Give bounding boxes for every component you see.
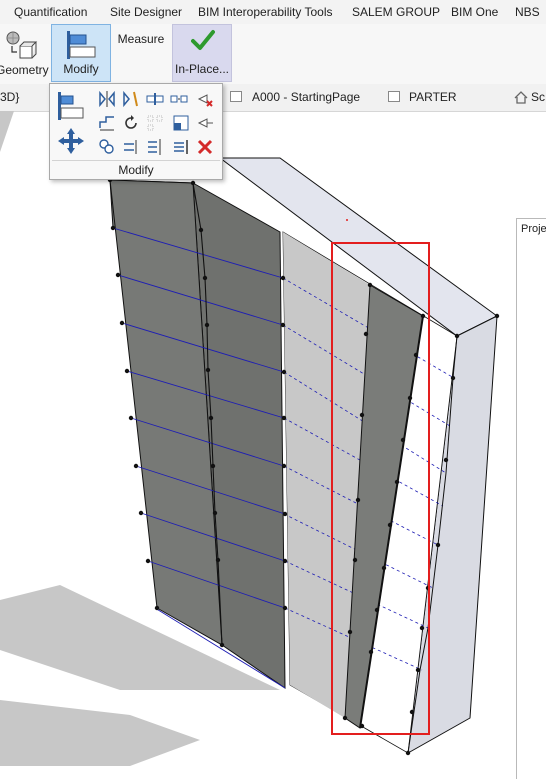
- modify-flyout-panel: Modify: [49, 83, 223, 180]
- 3d-view-canvas[interactable]: [0, 111, 546, 766]
- array-icon[interactable]: [146, 114, 164, 132]
- move-icon[interactable]: [56, 126, 86, 156]
- small-red-marker: [346, 219, 348, 221]
- mirror-draw-axis-icon[interactable]: [122, 90, 140, 108]
- split-with-gap-icon[interactable]: [170, 90, 188, 108]
- tab-site-designer[interactable]: Site Designer: [110, 5, 182, 19]
- plan-view-icon: [388, 91, 400, 102]
- scale-icon[interactable]: [172, 114, 190, 132]
- copy-icon[interactable]: [98, 138, 116, 156]
- in-place-button[interactable]: In-Place...: [172, 24, 232, 82]
- split-element-icon[interactable]: [146, 90, 164, 108]
- curtain-wall-panels: [109, 179, 286, 689]
- rotate-icon[interactable]: [122, 114, 140, 132]
- mirror-pick-axis-icon[interactable]: [98, 90, 116, 108]
- tab-3d-view[interactable]: 3D}: [0, 90, 19, 104]
- sheet-icon: [230, 91, 242, 102]
- tab-bim-interoperability-tools[interactable]: BIM Interoperability Tools: [198, 5, 333, 19]
- modify-pointer-icon: [67, 31, 96, 59]
- tab-nbs[interactable]: NBS: [515, 5, 540, 19]
- project-browser-title: Proje: [521, 223, 546, 235]
- project-browser-panel: Proje: [516, 218, 546, 779]
- geometry-button[interactable]: Geometry: [0, 24, 49, 82]
- measure-button[interactable]: Measure: [112, 24, 170, 82]
- checkmark-icon: [191, 30, 215, 50]
- delete-icon[interactable]: [196, 138, 214, 156]
- home-view-icon: [514, 91, 528, 104]
- geometry-icon: [6, 31, 38, 59]
- tab-starting-page[interactable]: A000 - StartingPage: [252, 90, 360, 104]
- align-icon[interactable]: [56, 90, 86, 122]
- tab-partial[interactable]: Sc: [531, 90, 545, 104]
- pin-icon[interactable]: [196, 114, 214, 132]
- tab-quantification[interactable]: Quantification: [14, 5, 87, 19]
- trim-extend-multiple-icon[interactable]: [146, 138, 164, 156]
- modify-button[interactable]: Modify: [51, 24, 111, 82]
- unpin-icon[interactable]: [196, 90, 214, 108]
- modify-panel-label: Modify: [118, 163, 154, 177]
- trim-extend-corner-icon[interactable]: [172, 138, 190, 156]
- offset-icon[interactable]: [98, 114, 116, 132]
- in-place-label: In-Place...: [174, 62, 230, 76]
- tab-parter[interactable]: PARTER: [409, 90, 457, 104]
- ribbon-panel: Geometry Modify Measure In-Place...: [0, 24, 546, 85]
- trim-extend-single-icon[interactable]: [122, 138, 140, 156]
- ribbon-tab-bar: Quantification Site Designer BIM Interop…: [0, 0, 546, 25]
- modify-label: Modify: [63, 62, 99, 76]
- tab-salem-group[interactable]: SALEM GROUP: [352, 5, 440, 19]
- flyout-separator: [52, 160, 220, 161]
- tab-bim-one[interactable]: BIM One: [451, 5, 498, 19]
- geometry-label: Geometry: [0, 63, 49, 77]
- measure-label: Measure: [117, 32, 165, 46]
